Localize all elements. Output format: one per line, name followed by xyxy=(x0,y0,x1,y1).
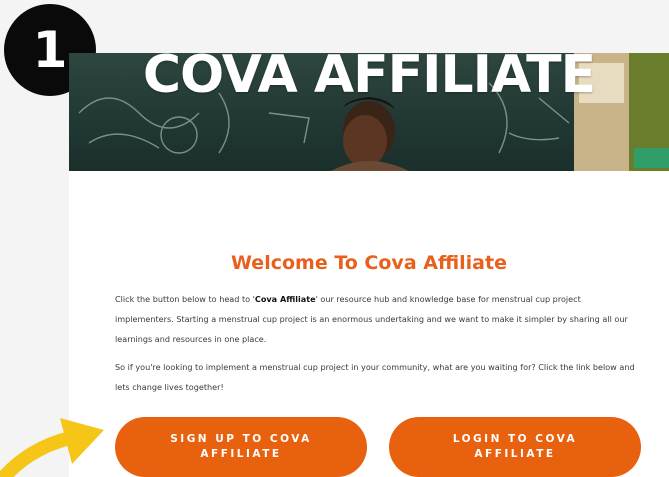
signup-label-line2: AFFILIATE xyxy=(200,448,282,460)
login-button[interactable]: LOGIN TO COVA AFFILIATE xyxy=(389,417,641,477)
intro-text-before: Click the button below to head to ' xyxy=(115,294,255,304)
curved-arrow-icon xyxy=(0,418,104,477)
intro-bold-name: Cova Affiliate xyxy=(254,294,316,304)
signup-label-line1: SIGN UP TO COVA xyxy=(170,433,312,445)
intro-paragraph: Click the button below to head to 'Cova … xyxy=(115,289,641,349)
signup-button[interactable]: SIGN UP TO COVA AFFILIATE xyxy=(115,417,367,477)
cta-paragraph: So if you're looking to implement a mens… xyxy=(115,362,635,392)
page-content: COVA AFFILIATE Welcome To Cova Affiliate… xyxy=(69,53,669,477)
login-label-line2: AFFILIATE xyxy=(474,448,556,460)
welcome-title: Welcome To Cova Affiliate xyxy=(231,252,507,274)
hero-title: COVA AFFILIATE xyxy=(142,53,596,105)
signup-button-label: SIGN UP TO COVA AFFILIATE xyxy=(170,432,312,462)
login-button-label: LOGIN TO COVA AFFILIATE xyxy=(453,432,577,462)
step-number: 1 xyxy=(32,21,68,79)
login-label-line1: LOGIN TO COVA xyxy=(452,433,578,445)
hero-banner: COVA AFFILIATE xyxy=(69,53,669,171)
